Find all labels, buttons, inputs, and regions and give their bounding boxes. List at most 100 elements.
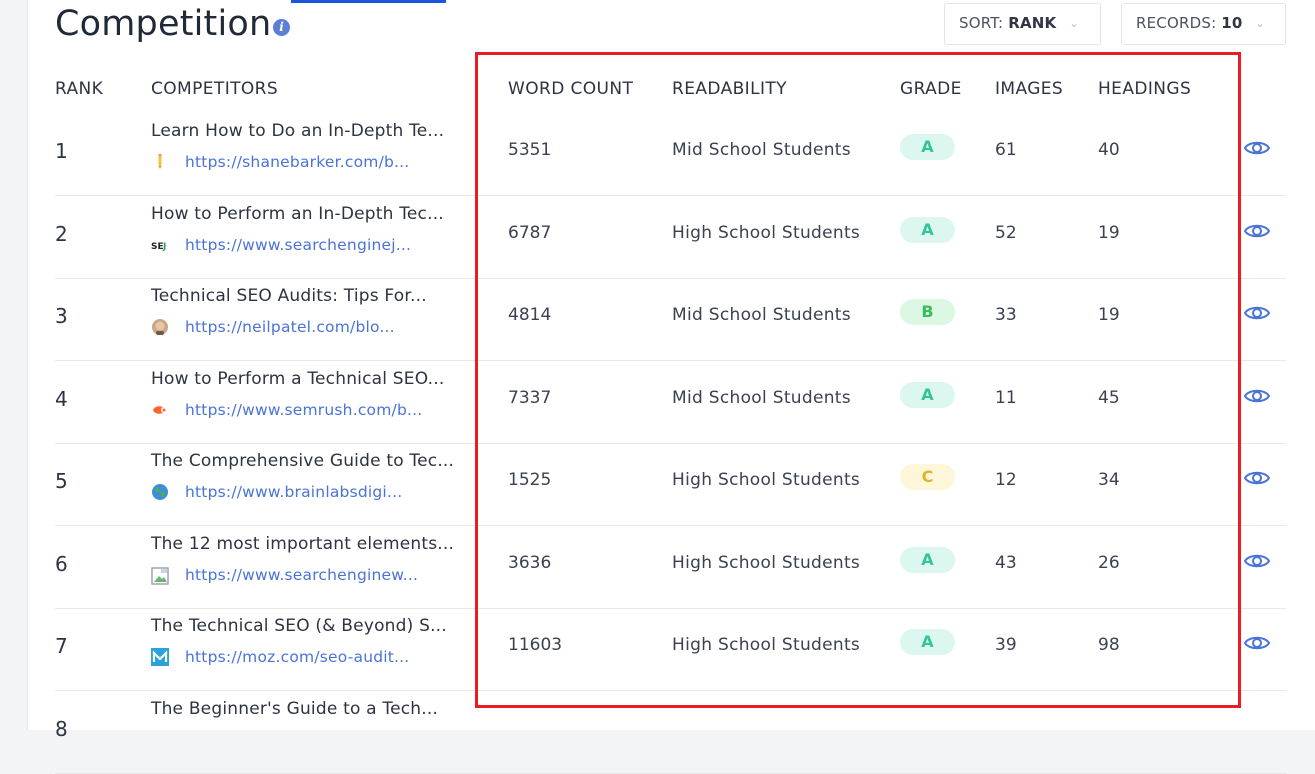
word-count-cell: 3636 — [508, 552, 552, 573]
svg-text:SE: SE — [151, 242, 164, 252]
competitor-url-link[interactable]: https://www.searchenginew... — [185, 566, 418, 584]
column-header-readability[interactable]: READABILITY — [672, 78, 787, 100]
headings-cell: 26 — [1098, 552, 1120, 573]
page-title: Competition — [55, 4, 272, 44]
readability-cell: Mid School Students — [672, 140, 851, 160]
headings-cell: 19 — [1098, 222, 1120, 243]
rank-cell: 3 — [55, 304, 68, 328]
images-cell: 11 — [995, 387, 1017, 408]
table-row[interactable]: 8 The Beginner's Guide to a Tech... — [55, 691, 1286, 774]
chevron-down-icon: ⌄ — [1255, 17, 1265, 30]
rank-cell: 7 — [55, 634, 68, 658]
grade-badge: A — [900, 134, 955, 160]
headings-cell: 98 — [1098, 635, 1120, 655]
readability-cell: High School Students — [672, 635, 861, 655]
chevron-down-icon: ⌄ — [1069, 17, 1079, 30]
images-cell: 52 — [995, 222, 1017, 243]
column-header-images[interactable]: IMAGES — [995, 78, 1063, 100]
grade-badge: A — [900, 546, 955, 573]
competitor-title-link[interactable]: Learn How to Do an In-Depth Te... — [151, 121, 444, 141]
grade-badge: A — [900, 216, 955, 243]
word-count-cell: 7337 — [508, 387, 552, 408]
images-cell: 33 — [995, 305, 1017, 325]
sort-value: RANK — [1008, 14, 1057, 32]
active-tab-indicator — [291, 0, 446, 3]
eye-icon[interactable] — [1243, 302, 1271, 324]
rank-cell: 8 — [55, 716, 68, 741]
eye-icon[interactable] — [1243, 137, 1271, 159]
readability-cell: Mid School Students — [672, 305, 851, 325]
images-cell: 61 — [995, 140, 1017, 160]
competitor-url-link[interactable]: https://www.brainlabsdigi... — [185, 483, 402, 501]
eye-icon[interactable] — [1243, 632, 1271, 654]
eye-icon[interactable] — [1243, 467, 1271, 489]
pencil-icon — [151, 153, 169, 171]
grade-badge: A — [900, 381, 955, 408]
competitor-title-link[interactable]: The Beginner's Guide to a Tech... — [151, 699, 438, 719]
competitor-url-link[interactable]: https://www.semrush.com/b... — [185, 401, 422, 419]
word-count-cell: 5351 — [508, 140, 552, 160]
grade-badge: B — [900, 299, 955, 325]
sort-label: SORT: — [959, 14, 1004, 32]
table-row[interactable]: 4 How to Perform a Technical SEO... https:… — [55, 361, 1286, 444]
rank-cell: 1 — [55, 139, 68, 163]
images-cell: 12 — [995, 470, 1017, 490]
readability-cell: High School Students — [672, 470, 861, 490]
records-label: RECORDS: — [1136, 14, 1217, 32]
competitor-url-link[interactable]: https://neilpatel.com/blo... — [185, 318, 395, 336]
records-value: 10 — [1221, 14, 1243, 32]
semrush-logo-icon — [151, 401, 169, 419]
rank-cell: 2 — [55, 221, 68, 246]
rank-cell: 5 — [55, 469, 68, 493]
records-dropdown[interactable]: RECORDS: 10 ⌄ — [1121, 3, 1286, 45]
competitor-url-link[interactable]: https://www.searchenginej... — [185, 236, 411, 254]
headings-cell: 34 — [1098, 470, 1120, 490]
readability-cell: Mid School Students — [672, 387, 851, 408]
competitor-title-link[interactable]: Technical SEO Audits: Tips For... — [151, 286, 427, 306]
images-cell: 39 — [995, 635, 1017, 655]
grade-badge: A — [900, 629, 955, 655]
avatar-face-icon — [151, 318, 169, 336]
rank-cell: 6 — [55, 551, 68, 576]
word-count-cell: 4814 — [508, 305, 552, 325]
table-row[interactable]: 3 Technical SEO Audits: Tips For... https:… — [55, 278, 1286, 361]
column-header-competitors[interactable]: COMPETITORS — [151, 78, 278, 100]
table-row[interactable]: 5 The Comprehensive Guide to Tec... https:… — [55, 443, 1286, 526]
headings-cell: 40 — [1098, 140, 1120, 160]
table-row[interactable]: 1 Learn How to Do an In-Depth Te... https:… — [55, 113, 1286, 196]
moz-logo-icon — [151, 648, 169, 666]
grade-badge: C — [900, 464, 955, 490]
headings-cell: 45 — [1098, 387, 1120, 408]
sej-logo-icon: SE J — [151, 236, 169, 254]
table-row[interactable]: 6 The 12 most important elements... https:… — [55, 526, 1286, 609]
word-count-cell: 11603 — [508, 635, 563, 655]
competitor-title-link[interactable]: How to Perform a Technical SEO... — [151, 369, 444, 389]
sort-dropdown[interactable]: SORT: RANK ⌄ — [944, 3, 1101, 45]
eye-icon[interactable] — [1243, 550, 1271, 572]
column-header-rank[interactable]: RANK — [55, 78, 103, 100]
word-count-cell: 1525 — [508, 470, 552, 490]
eye-icon[interactable] — [1243, 385, 1271, 407]
table-row[interactable]: 2 How to Perform an In-Depth Tec... SE Jhtt… — [55, 196, 1286, 279]
competitor-title-link[interactable]: How to Perform an In-Depth Tec... — [151, 204, 444, 224]
competitor-title-link[interactable]: The Technical SEO (& Beyond) S... — [151, 616, 447, 636]
info-icon[interactable]: i — [273, 19, 290, 36]
competitor-url-link[interactable]: https://shanebarker.com/b... — [185, 153, 409, 171]
word-count-cell: 6787 — [508, 222, 552, 243]
globe-icon — [151, 483, 169, 501]
competitor-title-link[interactable]: The Comprehensive Guide to Tec... — [151, 451, 454, 471]
svg-text:J: J — [162, 242, 166, 252]
column-header-word-count[interactable]: WORD COUNT — [508, 78, 633, 100]
readability-cell: High School Students — [672, 222, 861, 243]
images-cell: 43 — [995, 552, 1017, 573]
competitor-title-link[interactable]: The 12 most important elements... — [151, 534, 454, 554]
headings-cell: 19 — [1098, 305, 1120, 325]
readability-cell: High School Students — [672, 552, 861, 573]
column-header-grade[interactable]: GRADE — [900, 78, 962, 100]
column-header-headings[interactable]: HEADINGS — [1098, 78, 1191, 100]
table-row[interactable]: 7 The Technical SEO (& Beyond) S... https:… — [55, 608, 1286, 691]
competitor-url-link[interactable]: https://moz.com/seo-audit... — [185, 648, 409, 666]
eye-icon[interactable] — [1243, 220, 1271, 242]
broken-image-icon — [151, 566, 169, 585]
rank-cell: 4 — [55, 386, 68, 411]
